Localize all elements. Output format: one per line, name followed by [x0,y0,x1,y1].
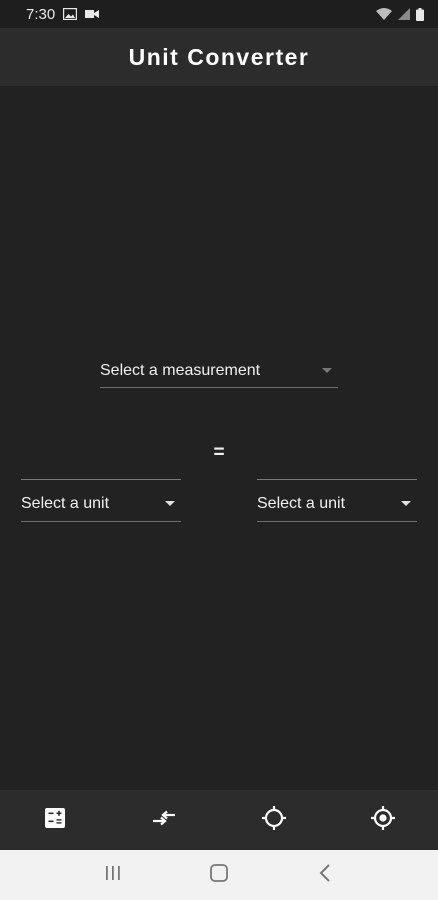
from-unit-dropdown[interactable]: Select a unit [21,486,181,522]
recents-button[interactable] [88,855,138,895]
recents-icon [104,865,122,886]
status-bar: 7:30 [0,0,438,28]
from-value-input[interactable] [21,479,181,480]
system-nav-bar [0,850,438,900]
equals-sign: = [213,442,225,463]
home-icon [210,863,228,887]
back-button[interactable] [300,855,350,895]
crosshair-icon [261,805,287,836]
back-icon [319,863,331,887]
chevron-down-icon [165,501,175,506]
status-right [376,7,424,21]
chevron-down-icon [322,368,332,373]
to-value-input[interactable] [257,479,417,480]
video-camera-icon [85,9,100,19]
status-time: 7:30 [26,5,56,23]
battery-icon [416,7,424,21]
convert-arrows-icon [151,808,177,833]
from-unit-label: Select a unit [21,494,110,512]
nav-target[interactable] [353,790,413,850]
status-left: 7:30 [26,5,100,23]
converter-panel: Select a measurement = Select a unit Sel… [0,86,438,790]
to-unit-label: Select a unit [257,494,346,512]
calculator-icon [44,807,66,834]
signal-icon [398,8,410,20]
target-icon [370,805,396,836]
wifi-icon [376,8,392,20]
chevron-down-icon [401,501,411,506]
image-icon [63,8,78,20]
app-bar: Unit Converter [0,28,438,86]
measurement-dropdown-label: Select a measurement [100,361,261,379]
to-unit-dropdown[interactable]: Select a unit [257,486,417,522]
home-button[interactable] [194,855,244,895]
measurement-dropdown[interactable]: Select a measurement [100,354,338,388]
bottom-nav [0,790,438,850]
nav-crosshair[interactable] [244,790,304,850]
nav-calculator[interactable] [25,790,85,850]
app-title: Unit Converter [128,43,310,70]
nav-convert[interactable] [134,790,194,850]
